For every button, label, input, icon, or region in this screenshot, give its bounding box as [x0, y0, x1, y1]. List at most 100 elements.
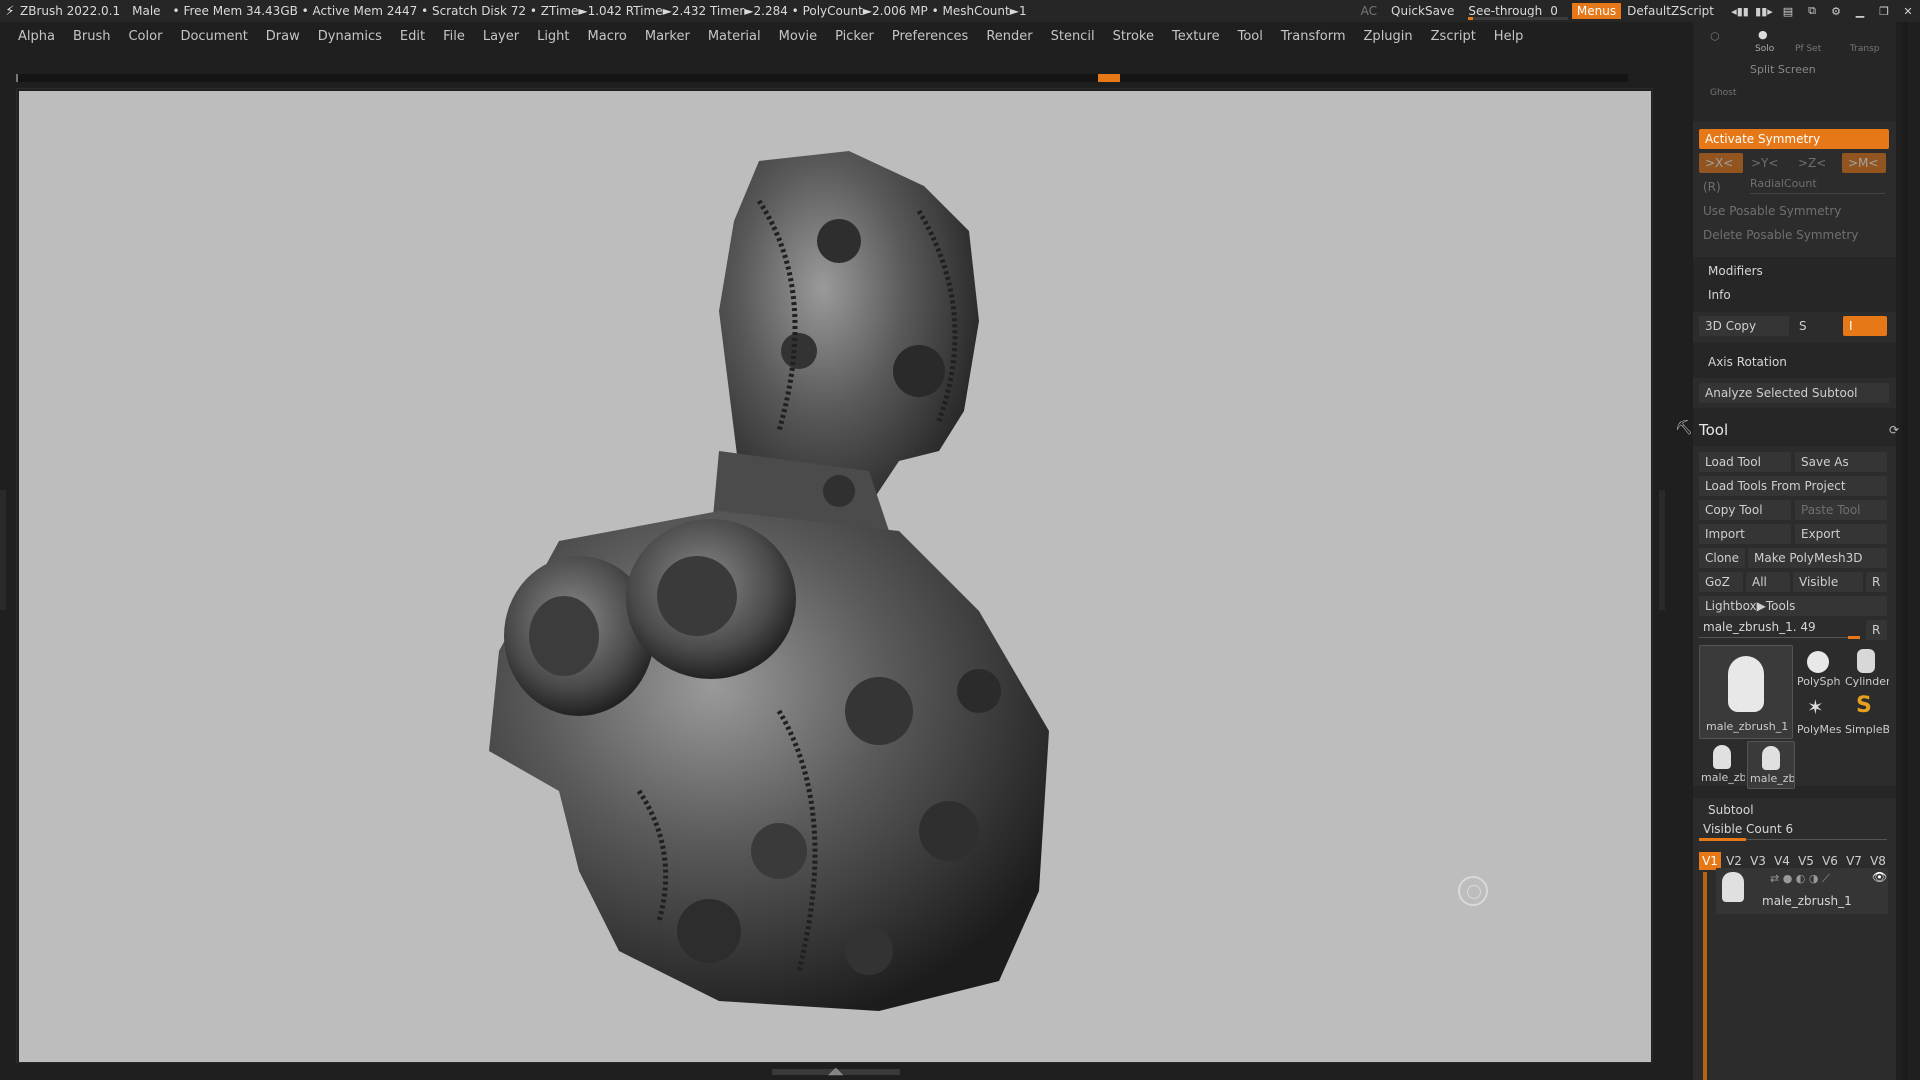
menu-material[interactable]: Material	[708, 29, 761, 44]
close-icon[interactable]: ✕	[1896, 5, 1920, 18]
menu-tool[interactable]: Tool	[1238, 29, 1263, 44]
right-tray-scrollbar[interactable]	[1902, 22, 1908, 1080]
menu-stencil[interactable]: Stencil	[1051, 29, 1095, 44]
menu-dynamics[interactable]: Dynamics	[318, 29, 382, 44]
menu-zplugin[interactable]: Zplugin	[1364, 29, 1413, 44]
sculpt-model[interactable]	[19, 91, 1651, 1062]
use-posable-symmetry-button[interactable]: Use Posable Symmetry	[1703, 204, 1841, 218]
menus-toggle-button[interactable]: Menus	[1571, 3, 1622, 19]
tool-thumb-polymesh[interactable]: ✶ PolyMes	[1795, 693, 1841, 739]
radial-count-slider[interactable]: RadialCount	[1750, 177, 1817, 190]
tool-thumb-main[interactable]: male_zbrush_1	[1699, 645, 1793, 739]
see-through-track	[1468, 17, 1569, 20]
clone-button[interactable]: Clone	[1699, 548, 1745, 568]
axis-rotation-subpalette[interactable]: Axis Rotation	[1708, 355, 1787, 369]
load-tool-button[interactable]: Load Tool	[1699, 452, 1791, 472]
subtool-list-scroll[interactable]	[1703, 872, 1707, 1080]
timeline-marker[interactable]	[1098, 74, 1120, 82]
menu-macro[interactable]: Macro	[588, 29, 627, 44]
sym-m-button[interactable]: >M<	[1842, 153, 1886, 173]
menu-zscript[interactable]: Zscript	[1431, 29, 1476, 44]
export-button[interactable]: Export	[1795, 524, 1887, 544]
left-tray-handle[interactable]	[0, 490, 6, 610]
current-tool-slider[interactable]: male_zbrush_1. 49	[1703, 620, 1816, 634]
subtool-item[interactable]: ⇄ ● ◐ ◑ ⟋ 👁 male_zbrush_1	[1716, 868, 1888, 914]
copy-s-button[interactable]: S	[1793, 316, 1839, 336]
layout-next-icon[interactable]: ▮▮▸	[1752, 5, 1776, 18]
right-tray-divider[interactable]	[1659, 490, 1665, 610]
settings-icon[interactable]: ⚙	[1824, 5, 1848, 18]
goz-r-button[interactable]: R	[1866, 572, 1887, 592]
lightbox-tools-button[interactable]: Lightbox▶Tools	[1699, 596, 1887, 616]
restore-icon[interactable]: ❐	[1872, 5, 1896, 18]
menu-brush[interactable]: Brush	[73, 29, 111, 44]
document-canvas[interactable]	[19, 91, 1651, 1062]
activate-symmetry-button[interactable]: Activate Symmetry	[1699, 129, 1889, 149]
goz-all-button[interactable]: All	[1746, 572, 1790, 592]
tool-thumb-simplebrush[interactable]: S SimpleB	[1843, 693, 1889, 739]
tool-reset-icon[interactable]: ⟳	[1889, 423, 1899, 437]
menu-layer[interactable]: Layer	[483, 29, 519, 44]
help-icon[interactable]: ▤	[1776, 5, 1800, 18]
paste-tool-button[interactable]: Paste Tool	[1795, 500, 1887, 520]
goz-button[interactable]: GoZ	[1699, 572, 1743, 592]
subtool-eye-icon[interactable]: 👁	[1872, 870, 1887, 884]
default-zscript-button[interactable]: DefaultZScript	[1627, 4, 1714, 18]
tool-thumb-cylinder[interactable]: Cylinder	[1843, 645, 1889, 691]
solo-button[interactable]: Solo	[1755, 44, 1774, 54]
menu-render[interactable]: Render	[986, 29, 1032, 44]
sym-r-button[interactable]: (R)	[1703, 180, 1721, 194]
bottom-tray-handle[interactable]: ◢◣	[772, 1066, 900, 1077]
visible-count-slider[interactable]: Visible Count 6	[1703, 822, 1793, 836]
save-as-button[interactable]: Save As	[1795, 452, 1887, 472]
sym-y-button[interactable]: >Y<	[1745, 153, 1789, 173]
tool-thumb-polysphere[interactable]: PolySph	[1795, 645, 1841, 691]
sym-x-button[interactable]: >X<	[1699, 153, 1743, 173]
quicksave-button[interactable]: QuickSave	[1391, 4, 1454, 18]
subtool-flags-icon[interactable]: ⇄ ● ◐ ◑ ⟋	[1770, 872, 1830, 886]
view-cube-icon[interactable]: ⬡	[1710, 30, 1720, 43]
tool-thumb-small-1[interactable]: male_zb	[1699, 741, 1745, 787]
see-through-slider[interactable]: See-through 0	[1468, 0, 1569, 22]
menu-document[interactable]: Document	[180, 29, 247, 44]
modifiers-subpalette[interactable]: Modifiers	[1708, 264, 1763, 278]
menu-picker[interactable]: Picker	[835, 29, 874, 44]
subtool-title[interactable]: Subtool	[1708, 803, 1754, 817]
copy-i-button[interactable]: I	[1843, 316, 1887, 336]
current-tool-r-button[interactable]: R	[1866, 620, 1887, 640]
menu-draw[interactable]: Draw	[266, 29, 300, 44]
menu-texture[interactable]: Texture	[1172, 29, 1220, 44]
goz-visible-button[interactable]: Visible	[1793, 572, 1863, 592]
tool-thumb-small-2[interactable]: male_zb	[1747, 741, 1795, 789]
menu-preferences[interactable]: Preferences	[892, 29, 968, 44]
analyze-subtool-button[interactable]: Analyze Selected Subtool	[1699, 383, 1889, 403]
split-screen-button[interactable]: Split Screen	[1750, 63, 1816, 76]
menu-stroke[interactable]: Stroke	[1113, 29, 1154, 44]
3d-copy-button[interactable]: 3D Copy	[1699, 316, 1789, 336]
menu-marker[interactable]: Marker	[645, 29, 690, 44]
transp-button[interactable]: Transp	[1850, 44, 1880, 54]
layout-icon[interactable]: ⧉	[1800, 4, 1824, 18]
menu-edit[interactable]: Edit	[400, 29, 425, 44]
minimize-icon[interactable]: ▁	[1848, 5, 1872, 18]
menu-color[interactable]: Color	[128, 29, 162, 44]
copy-tool-button[interactable]: Copy Tool	[1699, 500, 1791, 520]
ghost-button[interactable]: Ghost	[1710, 88, 1736, 98]
menu-help[interactable]: Help	[1494, 29, 1524, 44]
import-button[interactable]: Import	[1699, 524, 1791, 544]
load-tools-from-project-button[interactable]: Load Tools From Project	[1699, 476, 1887, 496]
tool-palette-title[interactable]: Tool	[1699, 421, 1728, 439]
delete-posable-symmetry-button[interactable]: Delete Posable Symmetry	[1703, 228, 1858, 242]
sym-z-button[interactable]: >Z<	[1792, 153, 1836, 173]
make-polymesh3d-button[interactable]: Make PolyMesh3D	[1748, 548, 1887, 568]
layout-prev-icon[interactable]: ◂▮▮	[1728, 5, 1752, 18]
menu-transform[interactable]: Transform	[1281, 29, 1346, 44]
menu-movie[interactable]: Movie	[779, 29, 817, 44]
ac-label[interactable]: AC	[1361, 4, 1377, 18]
menu-file[interactable]: File	[443, 29, 465, 44]
info-subpalette[interactable]: Info	[1708, 288, 1731, 302]
polyf-button[interactable]: Pf Set	[1795, 44, 1821, 54]
menu-alpha[interactable]: Alpha	[18, 29, 55, 44]
menu-light[interactable]: Light	[537, 29, 569, 44]
timeline-bar[interactable]	[16, 74, 1628, 82]
